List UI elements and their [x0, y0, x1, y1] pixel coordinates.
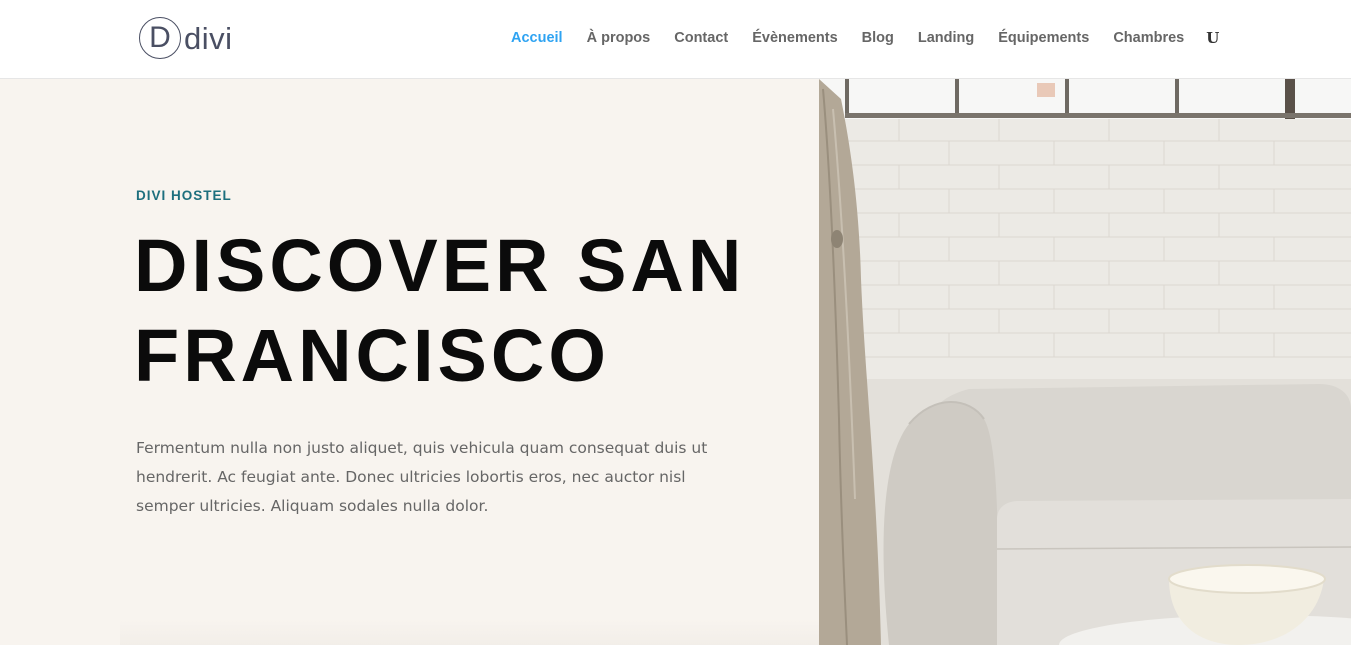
divi-logo-icon: D — [139, 17, 181, 59]
hero-eyebrow: DIVI HOSTEL — [136, 188, 232, 203]
main-navigation: Accueil À propos Contact Évènements Blog… — [511, 29, 1219, 47]
nav-item-chambres[interactable]: Chambres — [1113, 30, 1184, 46]
lounge-photo-illustration — [819, 79, 1351, 645]
site-logo[interactable]: D divi — [139, 16, 233, 60]
nav-item-a-propos[interactable]: À propos — [587, 30, 651, 46]
hero-body-text: Fermentum nulla non justo aliquet, quis … — [136, 439, 708, 515]
hero-text-panel: DIVI HOSTEL DISCOVER SAN FRANCISCO Ferme… — [0, 79, 820, 645]
nav-item-landing[interactable]: Landing — [918, 30, 974, 46]
hero-headline: DISCOVER SAN FRANCISCO — [134, 224, 746, 397]
nav-item-accueil[interactable]: Accueil — [511, 30, 563, 46]
hero-section: DIVI HOSTEL DISCOVER SAN FRANCISCO Ferme… — [0, 79, 1351, 645]
nav-item-contact[interactable]: Contact — [674, 30, 728, 46]
nav-item-evenements[interactable]: Évènements — [752, 30, 837, 46]
menu-more-icon[interactable]: U — [1206, 29, 1219, 47]
logo-wordmark: divi — [184, 20, 233, 56]
hero-photo — [819, 79, 1351, 645]
nav-item-blog[interactable]: Blog — [862, 30, 894, 46]
site-header: D divi Accueil À propos Contact Évènemen… — [0, 0, 1351, 79]
nav-item-equipements[interactable]: Équipements — [998, 30, 1089, 46]
section-divider-shadow — [120, 619, 820, 645]
